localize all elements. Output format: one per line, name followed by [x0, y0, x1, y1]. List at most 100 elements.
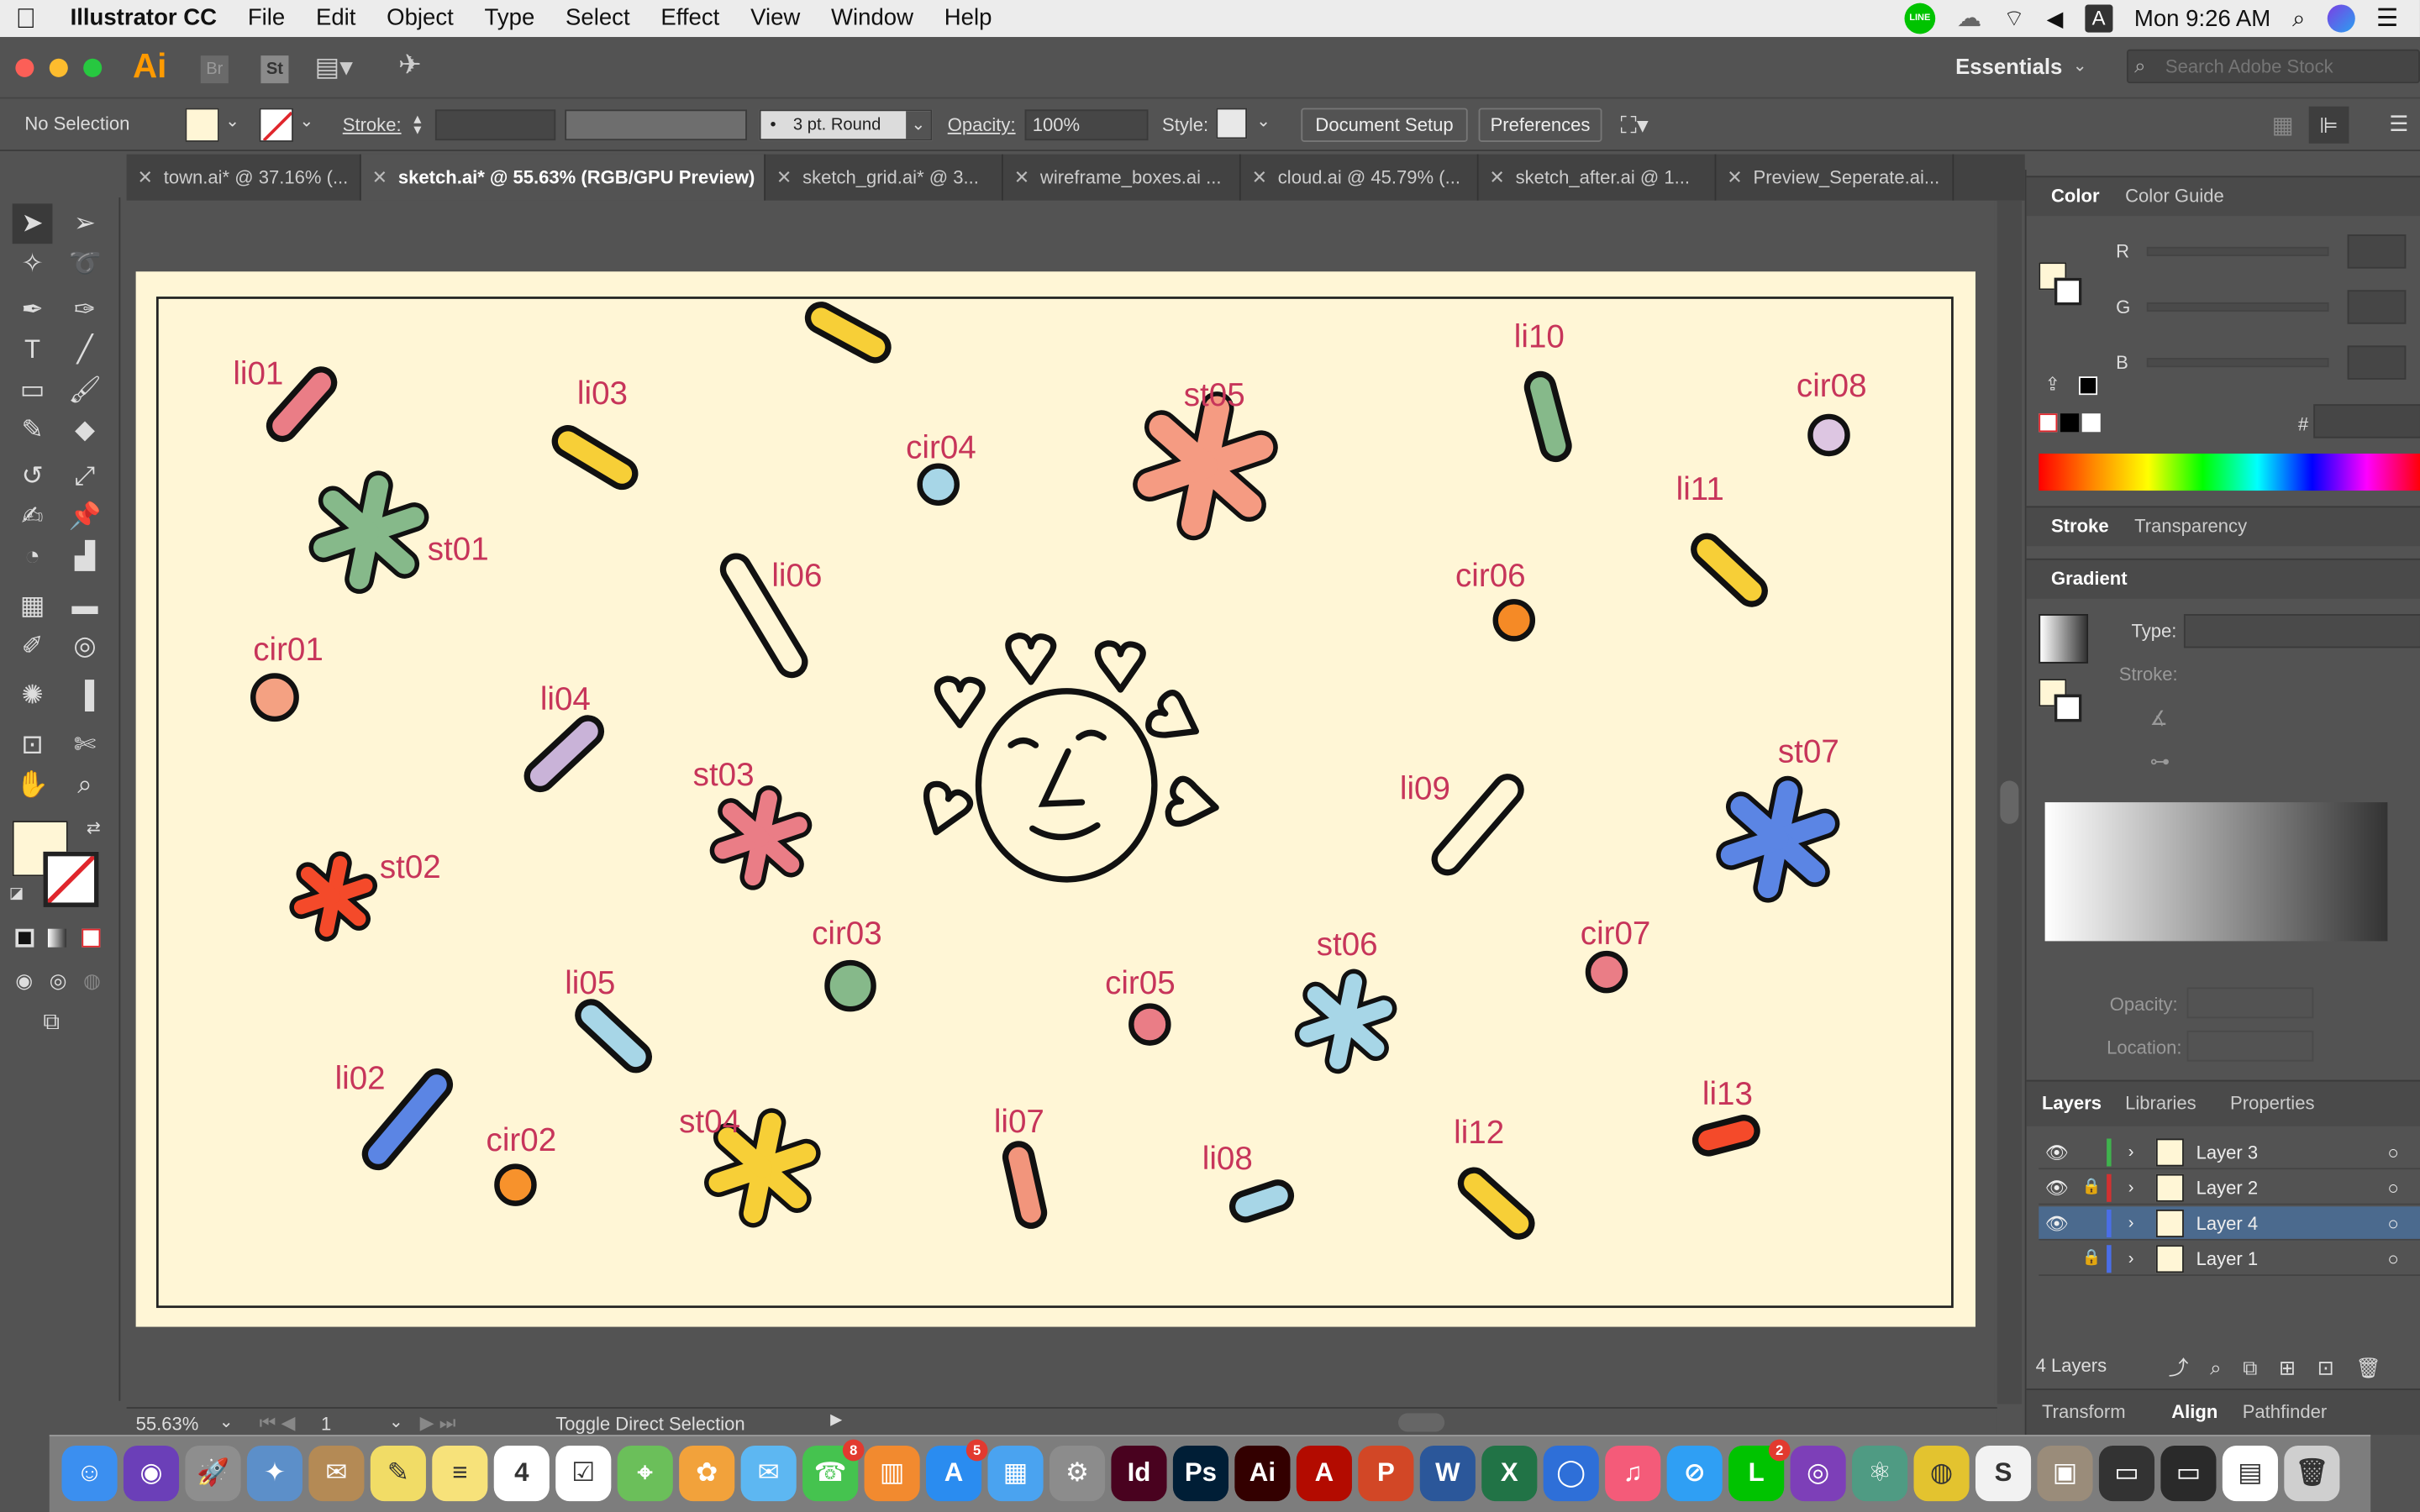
- volume-icon[interactable]: ◀: [2047, 5, 2064, 31]
- wifi-icon[interactable]: ⌔: [2003, 4, 2025, 34]
- layer-row[interactable]: 👁 🔒 › Layer 2 ○: [2039, 1171, 2420, 1205]
- status-hint[interactable]: Toggle Direct Selection: [555, 1413, 744, 1435]
- close-icon[interactable]: ✕: [137, 155, 152, 201]
- target-circle-icon[interactable]: ○: [2387, 1136, 2398, 1169]
- black-swatch[interactable]: [2060, 413, 2080, 433]
- dock-app-screen[interactable]: ▭: [2160, 1445, 2217, 1502]
- dock-app-maps[interactable]: ⌖: [617, 1445, 673, 1502]
- dock-app-launchpad[interactable]: 🚀: [185, 1445, 241, 1502]
- chevron-down-icon[interactable]: ⌄: [389, 1412, 403, 1431]
- tab-pathfinder[interactable]: Pathfinder: [2243, 1394, 2327, 1431]
- stock-search-box[interactable]: ⌕: [2126, 49, 2420, 84]
- dock-app-stickies[interactable]: ✎: [370, 1445, 426, 1502]
- opacity-dropdown[interactable]: [2186, 987, 2314, 1019]
- artboard[interactable]: [135, 271, 1975, 1327]
- clock[interactable]: Mon 9:26 AM: [2134, 5, 2270, 31]
- stroke-mini-icon[interactable]: [2054, 277, 2082, 306]
- visibility-eye-icon[interactable]: 👁: [2045, 1136, 2069, 1169]
- apple-menu-icon[interactable]: : [0, 0, 52, 37]
- input-source-icon[interactable]: A: [2085, 4, 2113, 33]
- direct-selection-tool-icon[interactable]: ➢: [65, 203, 105, 244]
- close-icon[interactable]: ✕: [372, 155, 387, 201]
- target-circle-icon[interactable]: ○: [2387, 1242, 2398, 1276]
- close-icon[interactable]: ✕: [1014, 155, 1029, 201]
- shaper-tool-icon[interactable]: ✎: [13, 411, 53, 451]
- out-of-gamut-icon[interactable]: ⇪: [2045, 373, 2060, 395]
- g-field[interactable]: [2347, 290, 2407, 324]
- layer-actions-icons[interactable]: ⤴⌕⧉⊞⊡🗑: [2169, 1352, 2403, 1381]
- target-circle-icon[interactable]: ○: [2387, 1171, 2398, 1205]
- zoom-tool-icon[interactable]: ⌕: [65, 765, 105, 806]
- dock-app-document[interactable]: ▤: [2222, 1445, 2278, 1502]
- type-tool-icon[interactable]: T: [13, 330, 53, 370]
- tab-transparency[interactable]: Transparency: [2134, 507, 2247, 544]
- line-tool-icon[interactable]: ╱: [65, 330, 105, 370]
- dock-app-atom[interactable]: ⚛: [1852, 1445, 1908, 1502]
- dock-app-chrome[interactable]: ◍: [1913, 1445, 1970, 1502]
- preferences-button[interactable]: Preferences: [1478, 108, 1602, 142]
- menu-select[interactable]: Select: [550, 0, 645, 37]
- stroke-color-box[interactable]: [43, 851, 99, 907]
- arrange-panel-icon[interactable]: ▦: [2272, 111, 2294, 139]
- stock-search-input[interactable]: [2165, 54, 2412, 79]
- tab-gradient[interactable]: Gradient: [2051, 560, 2128, 597]
- tab-transform[interactable]: Transform: [2042, 1394, 2126, 1431]
- dock-app-calendar[interactable]: 4: [493, 1445, 550, 1502]
- chevron-down-icon[interactable]: ⌄: [225, 111, 239, 131]
- gradient-mode-icon[interactable]: [47, 928, 66, 948]
- tab-properties[interactable]: Properties: [2230, 1084, 2314, 1121]
- shape-builder-tool-icon[interactable]: ◔: [13, 537, 53, 577]
- zoom-window-button[interactable]: [83, 58, 103, 77]
- stroke-swatch[interactable]: [259, 108, 293, 142]
- notification-center-icon[interactable]: ☰: [2376, 3, 2398, 34]
- horizontal-scrollbar[interactable]: [865, 1412, 1991, 1434]
- rotate-tool-icon[interactable]: ↺: [13, 457, 53, 497]
- chevron-down-icon[interactable]: ⌄: [219, 1412, 234, 1431]
- dock-app-terminal[interactable]: ▭: [2098, 1445, 2155, 1502]
- tab-preview-seperate[interactable]: ✕ Preview_Seperate.ai...: [1716, 154, 1954, 201]
- gradient-tool-icon[interactable]: ▬: [65, 586, 105, 627]
- first-artboard-icon[interactable]: ⏮ ◀: [260, 1412, 296, 1436]
- app-menu[interactable]: Illustrator CC: [52, 0, 233, 37]
- brush-definition-dropdown[interactable]: • 3 pt. Round ⌄: [759, 109, 933, 141]
- dock-app-music[interactable]: ♫: [1605, 1445, 1661, 1502]
- black-swatch[interactable]: [2079, 376, 2098, 396]
- layer-name[interactable]: Layer 4: [2196, 1206, 2259, 1240]
- dock-app-powerpoint[interactable]: P: [1358, 1445, 1414, 1502]
- target-circle-icon[interactable]: ○: [2387, 1206, 2398, 1240]
- b-slider[interactable]: [2146, 358, 2329, 368]
- fill-swatch[interactable]: [185, 108, 219, 142]
- draw-normal-icon[interactable]: ◉: [15, 969, 33, 993]
- menu-view[interactable]: View: [735, 0, 816, 37]
- tab-sketch-grid[interactable]: ✕ sketch_grid.ai* @ 3...: [765, 154, 1003, 201]
- siri-icon[interactable]: [2327, 4, 2355, 33]
- tab-town[interactable]: ✕ town.ai* @ 37.16% (...: [127, 154, 361, 201]
- blend-tool-icon[interactable]: ◎: [65, 627, 105, 667]
- dock-app-word[interactable]: W: [1419, 1445, 1476, 1502]
- close-window-button[interactable]: [15, 58, 34, 77]
- white-swatch[interactable]: [2081, 413, 2101, 433]
- tab-cloud[interactable]: ✕ cloud.ai @ 45.79% (...: [1241, 154, 1479, 201]
- g-slider[interactable]: [2146, 302, 2329, 312]
- visibility-eye-icon[interactable]: 👁: [2045, 1206, 2069, 1240]
- swap-fill-stroke-icon[interactable]: ⇄: [87, 817, 101, 837]
- bridge-button[interactable]: Br: [200, 55, 229, 84]
- dock-app-trash[interactable]: 🗑: [2284, 1445, 2340, 1502]
- b-field[interactable]: [2347, 345, 2407, 380]
- line-status-icon[interactable]: LINE: [1904, 3, 1936, 34]
- layer-row[interactable]: 👁 › Layer 4 ○: [2039, 1206, 2420, 1241]
- document-setup-button[interactable]: Document Setup: [1301, 108, 1468, 142]
- gradient-stroke-icon[interactable]: [2054, 694, 2082, 722]
- scale-tool-icon[interactable]: ⤢: [65, 457, 105, 497]
- lasso-tool-icon[interactable]: ➰: [65, 244, 105, 284]
- pen-tool-icon[interactable]: ✒: [13, 290, 53, 330]
- dock-app-safari[interactable]: ⊘: [1666, 1445, 1723, 1502]
- layer-name[interactable]: Layer 3: [2196, 1136, 2259, 1169]
- menu-help[interactable]: Help: [929, 0, 1007, 37]
- vertical-scrollbar[interactable]: [1996, 200, 2023, 1404]
- puppet-warp-tool-icon[interactable]: 📌: [65, 496, 105, 537]
- mesh-tool-icon[interactable]: ▦: [13, 586, 53, 627]
- zoom-level-field[interactable]: 55.63%: [136, 1413, 199, 1435]
- dock-app-system-preferences[interactable]: ⚙: [1049, 1445, 1106, 1502]
- eyedropper-tool-icon[interactable]: ✐: [13, 627, 53, 667]
